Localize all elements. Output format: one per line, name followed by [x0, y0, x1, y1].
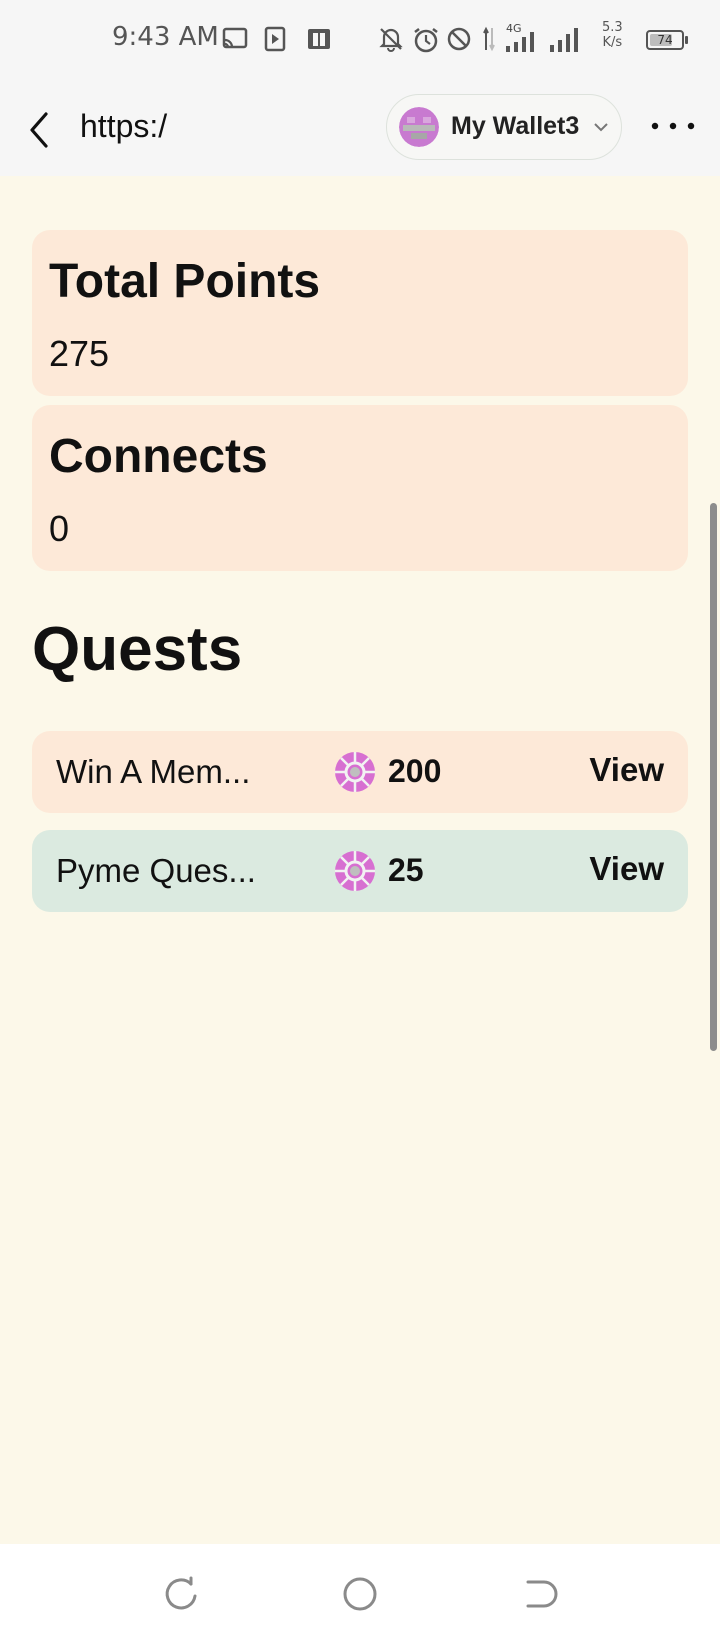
total-points-value: 275 — [49, 333, 110, 374]
network-speed-value: 5.3 — [602, 20, 623, 35]
signal-icon-2 — [550, 28, 578, 52]
network-speed-unit: K/s — [602, 35, 623, 50]
do-not-disturb-icon — [447, 27, 471, 51]
page-url: https:/ — [80, 108, 168, 144]
connects-value: 0 — [49, 508, 70, 549]
total-points-title: Total Points — [49, 255, 321, 308]
quest-view-button[interactable]: View — [589, 850, 664, 888]
signal-icon — [506, 32, 534, 52]
recent-apps-icon[interactable] — [161, 1574, 201, 1614]
points-token-icon — [335, 851, 375, 891]
network-speed: 5.3 K/s — [602, 20, 623, 50]
connects-title: Connects — [49, 430, 268, 483]
battery-level: 74 — [657, 33, 673, 47]
screen-cast-icon — [222, 27, 248, 49]
total-points-card: Total Points 275 — [32, 230, 688, 396]
quest-points: 25 — [388, 852, 424, 888]
data-arrows-icon — [483, 26, 495, 52]
video-icon — [264, 26, 286, 52]
app-badge-icon — [308, 29, 330, 49]
home-icon[interactable] — [340, 1574, 380, 1614]
wallet-selector-button[interactable]: My Wallet3 — [386, 94, 622, 160]
back-nav-icon[interactable] — [520, 1574, 560, 1614]
connects-card: Connects 0 — [32, 405, 688, 571]
scrollbar[interactable] — [710, 503, 717, 1051]
status-time: 9:43 AM — [112, 22, 219, 52]
quest-points: 200 — [388, 753, 442, 789]
quest-name: Win A Mem... — [56, 753, 251, 790]
quest-name: Pyme Ques... — [56, 852, 256, 889]
wallet-name: My Wallet3 — [451, 112, 580, 140]
points-token-icon — [335, 752, 375, 792]
alarm-icon — [414, 28, 438, 53]
chevron-down-icon — [594, 123, 608, 132]
quests-heading: Quests — [32, 615, 243, 684]
quest-row[interactable]: Pyme Ques... 25 View — [32, 830, 688, 912]
bell-off-icon — [379, 28, 403, 52]
status-bar: 9:43 AM 4G 5.3 K/s 74 — [0, 0, 720, 80]
quest-view-button[interactable]: View — [589, 751, 664, 789]
back-arrow-icon[interactable] — [24, 110, 56, 150]
battery-icon: 74 — [646, 30, 688, 50]
more-options-icon[interactable] — [648, 116, 698, 136]
quest-row[interactable]: Win A Mem... 200 View — [32, 731, 688, 813]
wallet-avatar-icon — [399, 107, 439, 147]
